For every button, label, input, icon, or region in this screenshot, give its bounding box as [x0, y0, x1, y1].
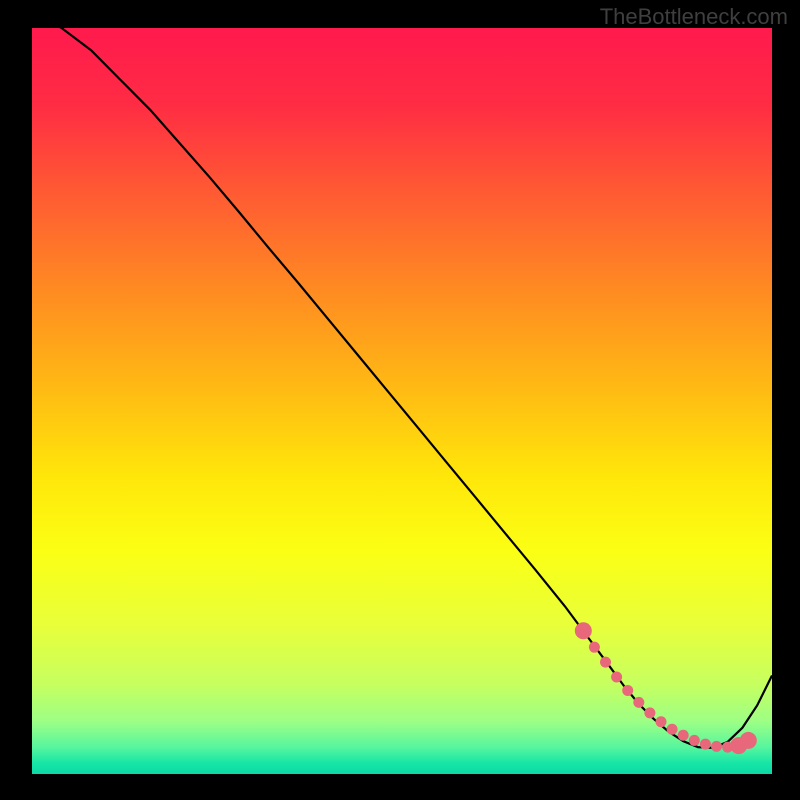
chart-container: TheBottleneck.com	[0, 0, 800, 800]
marker-dot	[600, 657, 611, 668]
marker-dot	[622, 685, 633, 696]
chart-svg	[32, 28, 772, 774]
marker-dot-large	[575, 622, 592, 639]
marker-dot	[656, 716, 667, 727]
marker-dot	[589, 642, 600, 653]
marker-dot	[611, 672, 622, 683]
marker-dot	[644, 707, 655, 718]
marker-dot	[667, 724, 678, 735]
watermark-label: TheBottleneck.com	[600, 4, 788, 30]
marker-dot	[689, 735, 700, 746]
gradient-background	[32, 28, 772, 774]
plot-area	[32, 28, 772, 774]
marker-dot	[711, 741, 722, 752]
marker-dot-large	[740, 732, 757, 749]
marker-dot	[633, 697, 644, 708]
marker-dot	[678, 730, 689, 741]
marker-dot	[700, 739, 711, 750]
